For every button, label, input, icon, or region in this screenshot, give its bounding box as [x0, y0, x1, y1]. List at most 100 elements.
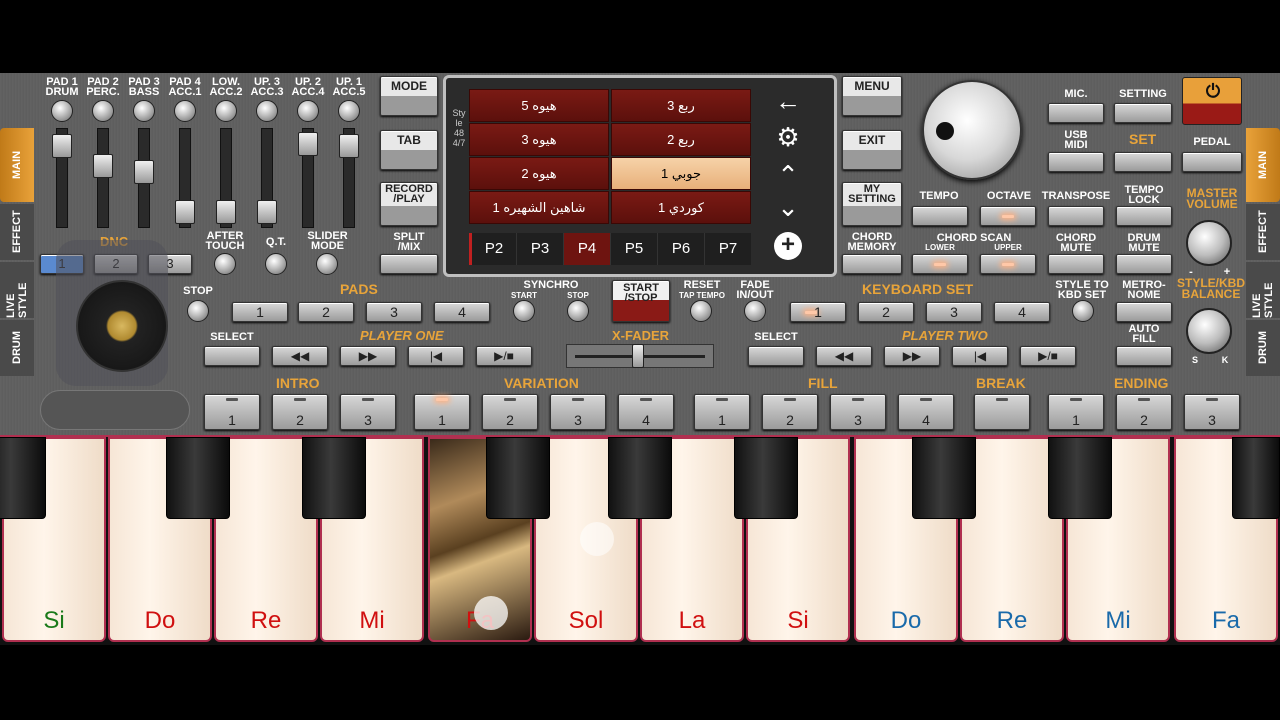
variation-button-2[interactable]: 2 — [482, 394, 538, 430]
player-two-rewind-button[interactable]: ◀◀ — [816, 346, 872, 366]
slider-handle-7[interactable] — [298, 132, 318, 156]
metronome-button[interactable] — [1116, 302, 1172, 322]
black-key-8[interactable] — [1048, 437, 1112, 519]
setting-button[interactable] — [1114, 103, 1172, 123]
kbd-set-button-2[interactable]: 2 — [858, 302, 914, 322]
pad3-knob[interactable] — [133, 100, 155, 122]
record-play-button[interactable]: RECORD /PLAY — [380, 182, 438, 226]
mode-button[interactable]: MODE — [380, 76, 438, 116]
floating-pill[interactable] — [40, 390, 190, 430]
black-key-3[interactable] — [302, 437, 366, 519]
mic-button[interactable] — [1048, 103, 1104, 123]
black-key-4[interactable] — [486, 437, 550, 519]
set-button[interactable] — [1114, 152, 1172, 172]
black-key-7[interactable] — [912, 437, 976, 519]
tab-live-style-right[interactable]: LIVE STYLE — [1246, 262, 1280, 318]
plus-circle-icon[interactable]: + — [774, 232, 802, 260]
slider-handle-4[interactable] — [175, 200, 195, 224]
floating-record-widget[interactable] — [56, 240, 168, 386]
fade-knob[interactable] — [744, 300, 766, 322]
after-touch-knob[interactable] — [214, 253, 236, 275]
style-cell-7[interactable]: شاهين الشهيره 1 — [469, 191, 609, 224]
tab-main-right[interactable]: MAIN — [1246, 128, 1280, 202]
kbd-set-button-1[interactable]: 1 — [790, 302, 846, 322]
slider-mode-knob[interactable] — [316, 253, 338, 275]
player-two-select-button[interactable] — [748, 346, 804, 366]
pedal-button[interactable] — [1182, 152, 1242, 172]
page-tab-p3[interactable]: P3 — [516, 233, 563, 265]
variation-button-4[interactable]: 4 — [618, 394, 674, 430]
auto-fill-button[interactable] — [1116, 346, 1172, 366]
tab-button[interactable]: TAB — [380, 130, 438, 170]
chord-mute-button[interactable] — [1048, 254, 1104, 274]
fill-button-4[interactable]: 4 — [898, 394, 954, 430]
intro-button-2[interactable]: 2 — [272, 394, 328, 430]
master-volume-knob[interactable] — [1186, 220, 1232, 266]
fill-button-3[interactable]: 3 — [830, 394, 886, 430]
chord-scan-lower-button[interactable] — [912, 254, 968, 274]
up2-acc4-knob[interactable] — [297, 100, 319, 122]
synchro-start-knob[interactable] — [513, 300, 535, 322]
x-fader-handle[interactable] — [632, 344, 644, 368]
player-two-forward-button[interactable]: ▶▶ — [884, 346, 940, 366]
tab-drum-left[interactable]: DRUM — [0, 320, 34, 376]
pad-button-2[interactable]: 2 — [298, 302, 354, 322]
pad4-knob[interactable] — [174, 100, 196, 122]
main-dial[interactable] — [922, 80, 1022, 180]
octave-button[interactable] — [980, 206, 1036, 226]
player-one-prev-button[interactable]: |◀ — [408, 346, 464, 366]
slider-handle-1[interactable] — [52, 134, 72, 158]
pad1-knob[interactable] — [51, 100, 73, 122]
page-tab-p2[interactable]: P2 — [469, 233, 516, 265]
page-tab-p7[interactable]: P7 — [704, 233, 751, 265]
chevron-up-icon[interactable]: ⌃ — [768, 160, 808, 191]
intro-button-1[interactable]: 1 — [204, 394, 260, 430]
usb-midi-button[interactable] — [1048, 152, 1104, 172]
page-tab-p6[interactable]: P6 — [657, 233, 704, 265]
chevron-down-icon[interactable]: ⌄ — [768, 192, 808, 223]
player-one-forward-button[interactable]: ▶▶ — [340, 346, 396, 366]
transpose-button[interactable] — [1048, 206, 1104, 226]
style-cell-1[interactable]: هيوه 5 — [469, 89, 609, 122]
player-two-play-stop-button[interactable]: ▶/■ — [1020, 346, 1076, 366]
ending-button-1[interactable]: 1 — [1048, 394, 1104, 430]
style-cell-6[interactable]: جوبي 1 — [611, 157, 751, 190]
pad-button-3[interactable]: 3 — [366, 302, 422, 322]
black-key-2[interactable] — [166, 437, 230, 519]
black-key-9[interactable] — [1232, 437, 1280, 519]
black-key-5[interactable] — [608, 437, 672, 519]
ending-button-3[interactable]: 3 — [1184, 394, 1240, 430]
qt-knob[interactable] — [265, 253, 287, 275]
tab-effect-left[interactable]: EFFECT — [0, 204, 34, 260]
variation-button-1[interactable]: 1 — [414, 394, 470, 430]
style-cell-5[interactable]: هيوه 2 — [469, 157, 609, 190]
back-arrow-icon[interactable]: ← — [768, 86, 808, 117]
style-to-kbd-set-knob[interactable] — [1072, 300, 1094, 322]
pad-button-1[interactable]: 1 — [232, 302, 288, 322]
tab-effect-right[interactable]: EFFECT — [1246, 204, 1280, 260]
tab-drum-right[interactable]: DRUM — [1246, 320, 1280, 376]
style-kbd-balance-knob[interactable] — [1186, 308, 1232, 354]
menu-button[interactable]: MENU — [842, 76, 902, 116]
intro-button-3[interactable]: 3 — [340, 394, 396, 430]
kbd-set-button-3[interactable]: 3 — [926, 302, 982, 322]
style-cell-3[interactable]: هيوه 3 — [469, 123, 609, 156]
ending-button-2[interactable]: 2 — [1116, 394, 1172, 430]
kbd-set-button-4[interactable]: 4 — [994, 302, 1050, 322]
page-tab-p5[interactable]: P5 — [610, 233, 657, 265]
style-cell-2[interactable]: ربع 3 — [611, 89, 751, 122]
slider-handle-5[interactable] — [216, 200, 236, 224]
tempo-button[interactable] — [912, 206, 968, 226]
up3-acc3-knob[interactable] — [256, 100, 278, 122]
slider-handle-2[interactable] — [93, 154, 113, 178]
my-setting-button[interactable]: MY SETTING — [842, 182, 902, 226]
split-mix-button[interactable] — [380, 254, 438, 274]
low-acc2-knob[interactable] — [215, 100, 237, 122]
tab-main-left[interactable]: MAIN — [0, 128, 34, 202]
gear-icon[interactable]: ⚙ — [768, 122, 808, 153]
player-one-play-stop-button[interactable]: ▶/■ — [476, 346, 532, 366]
break-button[interactable] — [974, 394, 1030, 430]
player-two-prev-button[interactable]: |◀ — [952, 346, 1008, 366]
power-button[interactable]: ⏻ — [1182, 77, 1242, 125]
pad2-knob[interactable] — [92, 100, 114, 122]
